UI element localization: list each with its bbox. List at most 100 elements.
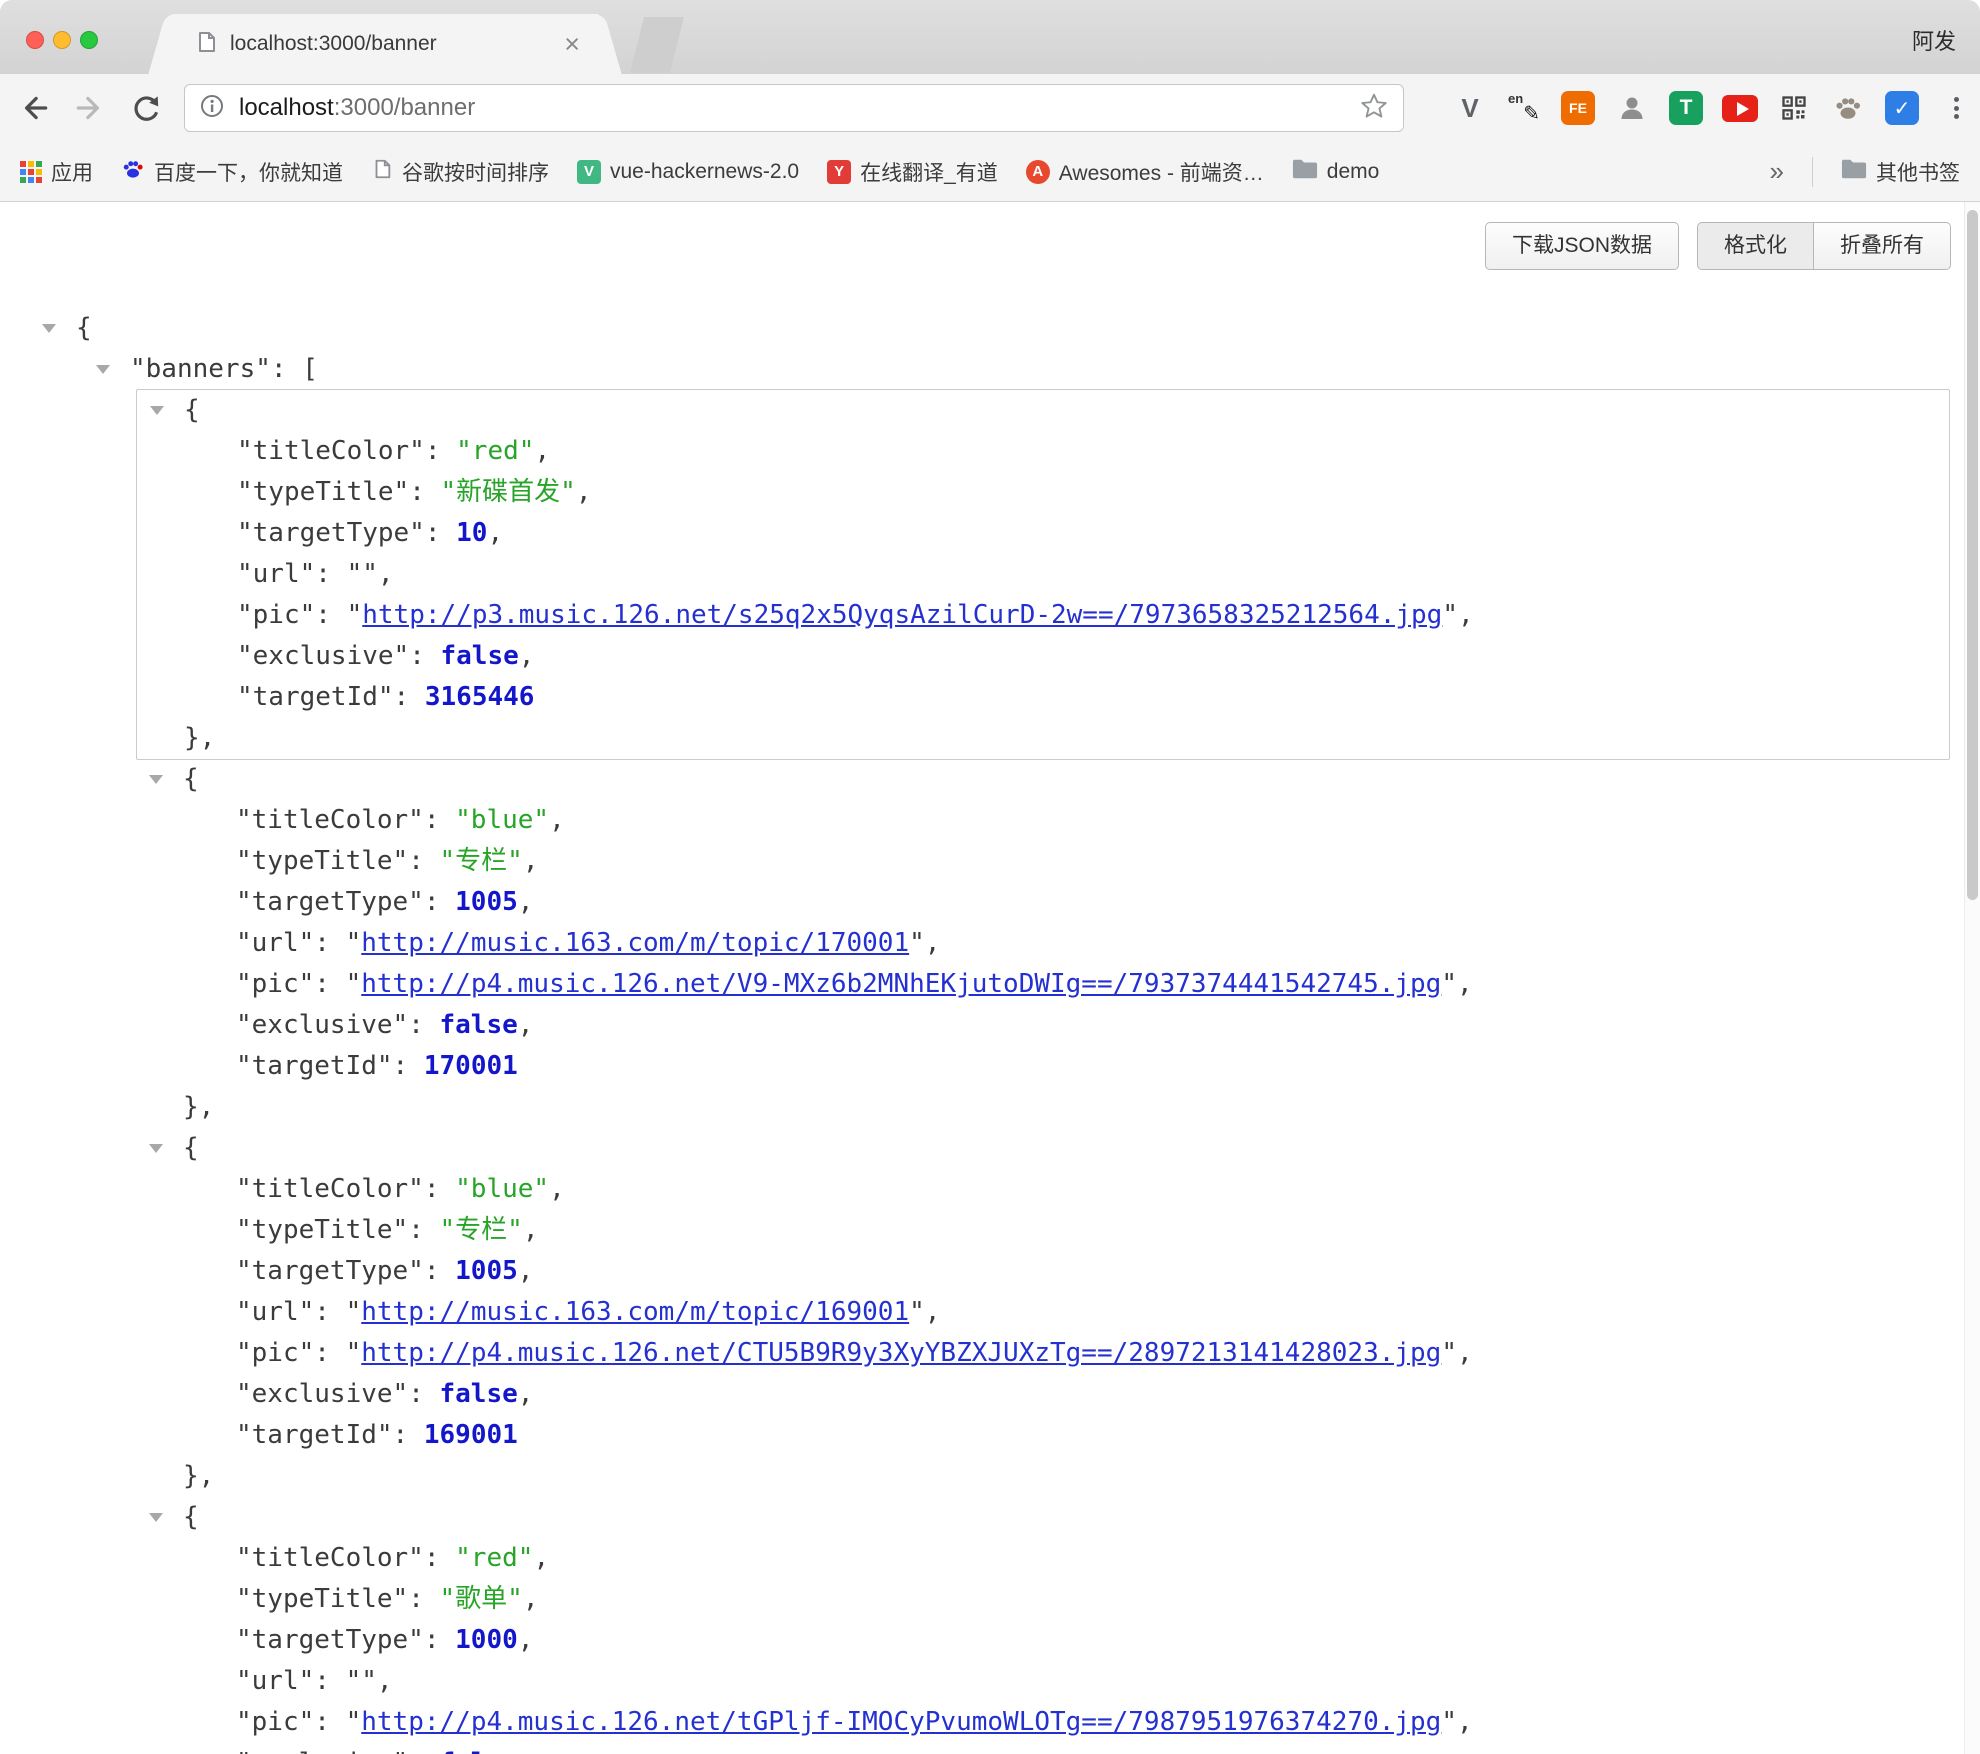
collapse-toggle-icon[interactable] bbox=[149, 1144, 163, 1153]
json-punctuation: : bbox=[424, 805, 455, 835]
bookmark-awesomes[interactable]: A Awesomes - 前端资… bbox=[1026, 157, 1264, 187]
people-extension-icon[interactable] bbox=[1614, 90, 1650, 126]
json-punctuation: : bbox=[315, 559, 346, 589]
other-bookmarks-button[interactable]: 其他书签 bbox=[1841, 157, 1960, 187]
json-punctuation: { bbox=[76, 313, 92, 343]
forward-button[interactable] bbox=[70, 88, 110, 128]
bookmark-google-sort[interactable]: 谷歌按时间排序 bbox=[371, 157, 549, 187]
json-url-link[interactable]: http://p4.music.126.net/CTU5B9R9y3XyYBZX… bbox=[361, 1338, 1441, 1368]
json-line: "typeTitle": "歌单", bbox=[136, 1579, 1950, 1620]
bookmark-vue-hackernews[interactable]: V vue-hackernews-2.0 bbox=[577, 160, 799, 184]
tab-title: localhost:3000/banner bbox=[230, 32, 554, 56]
json-url-link[interactable]: http://p4.music.126.net/tGPljf-IMOCyPvum… bbox=[361, 1707, 1441, 1737]
url-text[interactable]: localhost:3000/banner bbox=[239, 94, 1359, 122]
collapse-toggle-icon[interactable] bbox=[149, 1513, 163, 1522]
json-line: "targetType": 1005, bbox=[136, 1251, 1950, 1292]
fehelper-extension-icon[interactable]: FE bbox=[1560, 90, 1596, 126]
collapse-all-button[interactable]: 折叠所有 bbox=[1814, 222, 1951, 270]
bookmark-label: 在线翻译_有道 bbox=[860, 157, 998, 187]
folder-icon bbox=[1841, 158, 1867, 186]
active-tab[interactable]: localhost:3000/banner × bbox=[172, 14, 598, 74]
json-key: "exclusive" bbox=[236, 1010, 408, 1040]
bookmark-youdao-translate[interactable]: Y 在线翻译_有道 bbox=[827, 157, 998, 187]
json-number-value: 10 bbox=[456, 518, 487, 548]
json-punctuation: ", bbox=[1441, 1707, 1472, 1737]
bookmark-baidu[interactable]: 百度一下，你就知道 bbox=[121, 157, 343, 187]
format-button[interactable]: 格式化 bbox=[1697, 222, 1814, 270]
back-button[interactable] bbox=[14, 88, 54, 128]
collapse-toggle-icon[interactable] bbox=[149, 775, 163, 784]
json-punctuation: : bbox=[425, 436, 456, 466]
json-punctuation: }, bbox=[183, 1092, 214, 1122]
json-punctuation: , bbox=[518, 887, 534, 917]
profile-name[interactable]: 阿发 bbox=[1912, 24, 1956, 56]
json-line: { bbox=[136, 759, 1950, 800]
json-key: "targetType" bbox=[237, 518, 425, 548]
page-toolbar: 下载JSON数据 格式化 折叠所有 bbox=[1485, 222, 1951, 270]
baidu-paw-icon bbox=[121, 157, 145, 187]
address-bar[interactable]: localhost:3000/banner bbox=[184, 84, 1404, 132]
security-shield-extension-icon[interactable]: ✓ bbox=[1884, 90, 1920, 126]
json-line: "pic": "http://p4.music.126.net/V9-MXz6b… bbox=[136, 964, 1950, 1005]
collapse-toggle-icon[interactable] bbox=[96, 365, 110, 374]
json-object: {"titleColor": "blue","typeTitle": "专栏",… bbox=[136, 1128, 1950, 1497]
scrollbar-track[interactable] bbox=[1964, 202, 1980, 1754]
json-punctuation: , bbox=[533, 1543, 549, 1573]
json-line: "targetType": 10, bbox=[137, 513, 1949, 554]
json-line: "url": "http://music.163.com/m/topic/170… bbox=[136, 923, 1950, 964]
json-url-link[interactable]: http://p4.music.126.net/V9-MXz6b2MNhEKju… bbox=[361, 969, 1441, 999]
json-line: "pic": "http://p3.music.126.net/s25q2x5Q… bbox=[137, 595, 1949, 636]
json-url-link[interactable]: http://music.163.com/m/topic/169001 bbox=[361, 1297, 909, 1327]
json-object: {"titleColor": "red","typeTitle": "新碟首发"… bbox=[136, 389, 1950, 760]
bookmarks-overflow-chevron[interactable]: » bbox=[1770, 156, 1784, 187]
collapse-toggle-icon[interactable] bbox=[150, 406, 164, 415]
tab-close-icon[interactable]: × bbox=[564, 31, 580, 58]
page-icon bbox=[371, 158, 393, 186]
json-punctuation: { bbox=[183, 1502, 199, 1532]
json-punctuation: , bbox=[487, 518, 503, 548]
maximize-window-button[interactable] bbox=[80, 31, 98, 49]
json-punctuation: : bbox=[409, 477, 440, 507]
browser-window: localhost:3000/banner × 阿发 localhost:300… bbox=[0, 0, 1980, 1754]
json-key: "titleColor" bbox=[237, 436, 425, 466]
json-line: "exclusive": false, bbox=[136, 1374, 1950, 1415]
json-punctuation: : bbox=[393, 1420, 424, 1450]
json-key: "targetType" bbox=[236, 887, 424, 917]
json-key: "pic" bbox=[236, 1707, 314, 1737]
vimium-extension-icon[interactable]: V bbox=[1452, 90, 1488, 126]
new-tab-button[interactable] bbox=[630, 17, 684, 73]
navigation-bar: localhost:3000/banner V en✎ FE T ✓ bbox=[0, 74, 1980, 142]
json-line: "url": "", bbox=[137, 554, 1949, 595]
translate-extension-icon[interactable]: en✎ bbox=[1506, 90, 1542, 126]
bookmark-folder-demo[interactable]: demo bbox=[1292, 158, 1380, 186]
youtube-extension-icon[interactable] bbox=[1722, 90, 1758, 126]
site-info-icon[interactable] bbox=[199, 93, 225, 124]
qrcode-extension-icon[interactable] bbox=[1776, 90, 1812, 126]
json-key: "titleColor" bbox=[236, 1543, 424, 1573]
json-punctuation: : bbox=[314, 1666, 345, 1696]
bookmark-star-icon[interactable] bbox=[1359, 91, 1389, 126]
reload-button[interactable] bbox=[126, 88, 166, 128]
scrollbar-thumb[interactable] bbox=[1967, 210, 1978, 900]
json-punctuation: : bbox=[408, 1379, 439, 1409]
json-key: "url" bbox=[236, 1666, 314, 1696]
json-number-value: 1005 bbox=[455, 1256, 518, 1286]
browser-menu-button[interactable] bbox=[1938, 90, 1974, 126]
page-content: 下载JSON数据 格式化 折叠所有 {"banners": [{"titleCo… bbox=[0, 202, 1980, 1754]
json-line: { bbox=[137, 390, 1949, 431]
json-punctuation: }, bbox=[183, 1461, 214, 1491]
json-string-value: "red" bbox=[455, 1543, 533, 1573]
json-url-link[interactable]: http://music.163.com/m/topic/170001 bbox=[361, 928, 909, 958]
json-line: }, bbox=[137, 718, 1949, 759]
tampermonkey-extension-icon[interactable]: T bbox=[1668, 90, 1704, 126]
paw-extension-icon[interactable] bbox=[1830, 90, 1866, 126]
json-punctuation: : bbox=[424, 1625, 455, 1655]
download-json-button[interactable]: 下载JSON数据 bbox=[1485, 222, 1679, 270]
json-url-link[interactable]: http://p3.music.126.net/s25q2x5QyqsAzilC… bbox=[362, 600, 1442, 630]
other-bookmarks-label: 其他书签 bbox=[1876, 157, 1960, 187]
json-line: "url": "http://music.163.com/m/topic/169… bbox=[136, 1292, 1950, 1333]
minimize-window-button[interactable] bbox=[53, 31, 71, 49]
close-window-button[interactable] bbox=[26, 31, 44, 49]
collapse-toggle-icon[interactable] bbox=[42, 324, 56, 333]
bookmark-apps[interactable]: 应用 bbox=[20, 157, 93, 187]
